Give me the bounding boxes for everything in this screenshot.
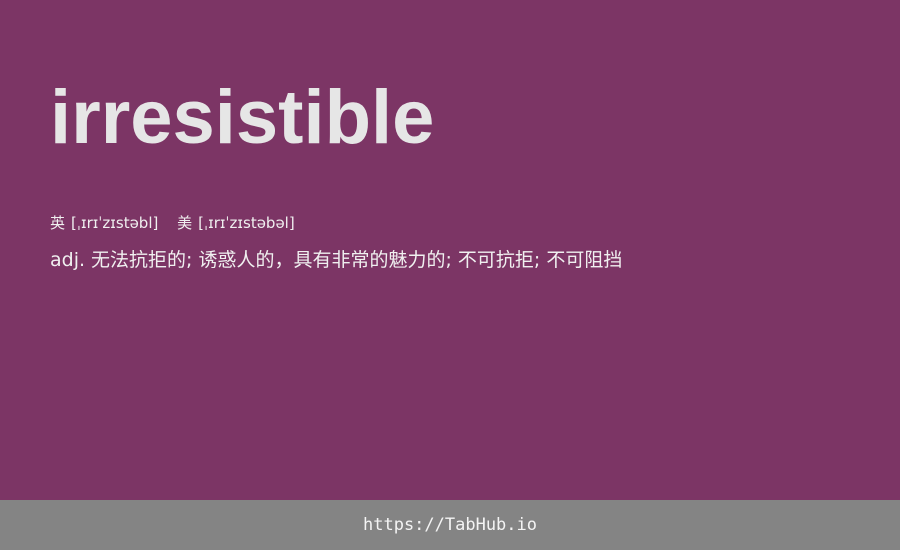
phonetic-uk: 英 [ˌɪrɪˈzɪstəbl] <box>50 212 158 234</box>
definition: adj. 无法抗拒的; 诱惑人的，具有非常的魅力的; 不可抗拒; 不可阻挡 <box>50 246 622 274</box>
phonetic-us: 美 [ˌɪrɪˈzɪstəbəl] <box>177 212 295 234</box>
phonetic-us-text: [ˌɪrɪˈzɪstəbəl] <box>198 214 295 232</box>
definition-text: 无法抗拒的; 诱惑人的，具有非常的魅力的; 不可抗拒; 不可阻挡 <box>91 249 623 271</box>
phonetic-us-label: 美 <box>177 214 193 232</box>
headword: irresistible <box>50 75 435 160</box>
footer-bar: https://TabHub.io <box>0 500 900 550</box>
phonetics-row: 英 [ˌɪrɪˈzɪstəbl] 美 [ˌɪrɪˈzɪstəbəl] <box>50 212 295 234</box>
phonetic-uk-label: 英 <box>50 214 66 232</box>
part-of-speech: adj. <box>50 249 86 271</box>
word-card: irresistible 英 [ˌɪrɪˈzɪstəbl] 美 [ˌɪrɪˈzɪst… <box>0 0 900 500</box>
phonetic-uk-text: [ˌɪrɪˈzɪstəbl] <box>71 214 159 232</box>
tabhub-link[interactable]: https://TabHub.io <box>363 515 537 535</box>
